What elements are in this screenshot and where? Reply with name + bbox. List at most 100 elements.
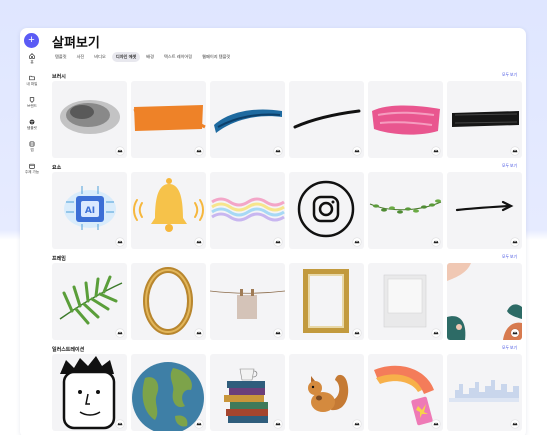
asset-card[interactable] — [289, 172, 364, 249]
asset-card[interactable] — [447, 81, 522, 158]
tab-design-assets[interactable]: 디자인 에셋 — [111, 52, 141, 62]
section-title: 일러스트레이션 — [52, 347, 85, 353]
asset-card[interactable] — [52, 263, 127, 340]
gold-rectangle-frame — [303, 269, 349, 333]
oval-gold-frame — [143, 267, 193, 335]
app-window: + 홈 내 파일 브랜드 템플릿 앱 주제 가능 살펴보기 템플릿 사진 비디오… — [20, 28, 526, 435]
premium-crown-icon — [511, 238, 519, 246]
premium-crown-icon — [195, 238, 203, 246]
sidebar: + 홈 내 파일 브랜드 템플릿 앱 주제 가능 — [20, 28, 44, 435]
section-brushes: 브러시 모두 보기 — [51, 73, 522, 158]
asset-card[interactable] — [447, 172, 522, 249]
asset-card[interactable] — [131, 172, 206, 249]
abstract-botanical-frame — [447, 263, 522, 340]
tab-photos[interactable]: 사진 — [73, 52, 89, 62]
section-title: 브러시 — [52, 74, 66, 80]
asset-card[interactable] — [368, 354, 443, 431]
page-title: 살펴보기 — [52, 35, 100, 50]
premium-crown-icon — [353, 147, 361, 155]
premium-crown-icon — [116, 238, 124, 246]
section-title: 요소 — [52, 165, 62, 171]
book-stack-coffee — [224, 368, 268, 423]
tab-videos[interactable]: 비디오 — [90, 52, 110, 62]
asset-card[interactable] — [368, 81, 443, 158]
folder-icon — [29, 75, 35, 81]
category-tabs: 템플릿 사진 비디오 디자인 에셋 배경 텍스트 레이어링 웹페이지 템플릿 — [51, 52, 234, 62]
tab-webpage-templates[interactable]: 웹페이지 템플릿 — [198, 52, 234, 62]
see-all-link[interactable]: 모두 보기 — [502, 255, 517, 260]
sidebar-item-label: 브랜드 — [27, 104, 37, 108]
brand-icon — [29, 97, 35, 103]
plus-icon: + — [28, 34, 35, 46]
premium-crown-icon — [195, 329, 203, 337]
premium-crown-icon — [432, 147, 440, 155]
asset-card[interactable] — [289, 81, 364, 158]
svg-text:AI: AI — [85, 206, 95, 216]
apps-icon — [29, 141, 35, 147]
sidebar-item-brand[interactable]: 브랜드 — [20, 97, 44, 109]
palm-leaf — [59, 275, 123, 325]
premium-crown-icon — [511, 420, 519, 428]
premium-crown-icon — [274, 420, 282, 428]
squirrel — [308, 374, 349, 412]
asset-card[interactable] — [368, 263, 443, 340]
premium-crown-icon — [116, 420, 124, 428]
asset-card[interactable] — [289, 263, 364, 340]
main-content: 살펴보기 템플릿 사진 비디오 디자인 에셋 배경 텍스트 레이어링 웹페이지 … — [51, 28, 526, 435]
asset-card[interactable] — [289, 354, 364, 431]
pastel-waves — [211, 197, 285, 222]
asset-card[interactable]: AI — [52, 172, 127, 249]
asset-card[interactable] — [210, 263, 285, 340]
template-icon — [29, 119, 35, 125]
asset-card[interactable] — [447, 263, 522, 340]
asset-card[interactable] — [210, 81, 285, 158]
tab-templates[interactable]: 템플릿 — [51, 52, 71, 62]
asset-card[interactable] — [131, 81, 206, 158]
section-elements: 요소 모두 보기 AI — [51, 164, 522, 249]
black-arrow — [455, 200, 514, 212]
asset-card[interactable] — [52, 354, 127, 431]
create-button[interactable]: + — [24, 33, 39, 48]
premium-crown-icon — [353, 329, 361, 337]
premium-crown-icon — [116, 147, 124, 155]
sidebar-item-label: 템플릿 — [27, 126, 37, 130]
tab-backgrounds[interactable]: 배경 — [142, 52, 158, 62]
hanging-photo-clip — [210, 289, 285, 319]
polaroid-frame — [383, 274, 427, 328]
premium-crown-icon — [511, 329, 519, 337]
tab-text-layering[interactable]: 텍스트 레이어링 — [160, 52, 196, 62]
party-popper — [374, 365, 434, 426]
see-all-link[interactable]: 모두 보기 — [502, 73, 517, 78]
sidebar-item-files[interactable]: 내 파일 — [20, 75, 44, 87]
asset-card[interactable] — [131, 263, 206, 340]
premium-crown-icon — [274, 329, 282, 337]
premium-crown-icon — [353, 238, 361, 246]
see-all-link[interactable]: 모두 보기 — [502, 164, 517, 169]
premium-crown-icon — [274, 147, 282, 155]
premium-crown-icon — [195, 420, 203, 428]
premium-crown-icon — [432, 420, 440, 428]
calendar-icon — [29, 163, 35, 169]
asset-card[interactable] — [210, 354, 285, 431]
sidebar-item-label: 내 파일 — [26, 82, 38, 86]
home-icon — [29, 53, 35, 59]
section-illustrations: 일러스트레이션 모두 보기 — [51, 346, 522, 431]
sidebar-item-label: 홈 — [30, 60, 34, 64]
sidebar-item-apps[interactable]: 앱 — [20, 141, 44, 153]
asset-card[interactable] — [52, 81, 127, 158]
gray-watercolor-brush — [60, 100, 120, 134]
premium-crown-icon — [274, 238, 282, 246]
premium-crown-icon — [353, 420, 361, 428]
section-title: 프레임 — [52, 256, 66, 262]
asset-card[interactable] — [368, 172, 443, 249]
asset-card[interactable] — [210, 172, 285, 249]
sidebar-item-home[interactable]: 홈 — [20, 53, 44, 65]
instagram-logo — [297, 180, 355, 238]
asset-card[interactable] — [447, 354, 522, 431]
sidebar-item-templates[interactable]: 템플릿 — [20, 119, 44, 131]
pink-paint-smear — [372, 105, 440, 135]
see-all-link[interactable]: 모두 보기 — [502, 346, 517, 351]
sidebar-item-label: 주제 가능 — [24, 170, 40, 174]
asset-card[interactable] — [131, 354, 206, 431]
sidebar-item-schedule[interactable]: 주제 가능 — [20, 163, 44, 175]
